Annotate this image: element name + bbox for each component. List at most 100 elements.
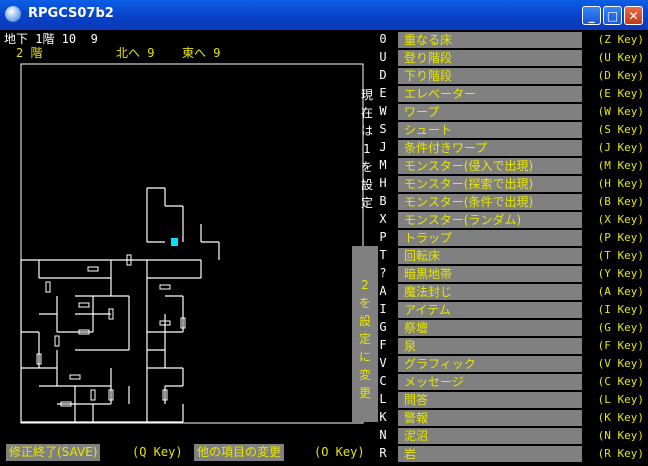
command-row[interactable]: 泉 (F Key): [398, 338, 644, 354]
command-label[interactable]: 回転床: [398, 248, 582, 264]
command-key-letter: H: [379, 176, 387, 190]
current-setting-char: は: [360, 124, 373, 138]
command-label[interactable]: 祭壇: [398, 320, 582, 336]
command-row[interactable]: グラフィック (V Key): [398, 356, 644, 372]
change-other-item-button[interactable]: 他の項目の変更: [194, 444, 285, 461]
command-row[interactable]: モンスター(探索で出現) (H Key): [398, 176, 644, 192]
command-label[interactable]: 条件付きワープ: [398, 140, 582, 156]
command-row[interactable]: 登り階段 (U Key): [398, 50, 644, 66]
dungeon-map[interactable]: [4, 30, 376, 444]
command-key-letter: E: [379, 86, 387, 100]
command-key-letter: S: [379, 122, 387, 136]
command-row[interactable]: アイテム (I Key): [398, 302, 644, 318]
command-label[interactable]: ワープ: [398, 104, 582, 120]
command-shortcut: (L Key): [597, 393, 644, 406]
change-setting-char: 2: [361, 278, 369, 292]
command-label[interactable]: モンスター(侵入で出現): [398, 158, 582, 174]
command-label[interactable]: モンスター(ランダム): [398, 212, 582, 228]
change-setting-char: に: [358, 350, 371, 364]
command-row[interactable]: シュート (S Key): [398, 122, 644, 138]
current-setting-char: を: [360, 160, 373, 174]
command-label[interactable]: モンスター(探索で出現): [398, 176, 582, 192]
command-key-letter: G: [379, 320, 387, 334]
command-shortcut: (Y Key): [597, 267, 644, 280]
command-label[interactable]: 魔法封じ: [398, 284, 582, 300]
command-shortcut: (P Key): [597, 231, 644, 244]
map-door: [87, 266, 99, 272]
command-key-letter: C: [379, 374, 387, 388]
command-key-letter: N: [379, 428, 387, 442]
close-button[interactable]: ✕: [624, 6, 643, 25]
command-key-letter: V: [379, 356, 387, 370]
command-key-letter: R: [379, 446, 387, 460]
command-row[interactable]: 警報 (K Key): [398, 410, 644, 426]
command-row[interactable]: 岩 (R Key): [398, 446, 644, 462]
command-label[interactable]: アイテム: [398, 302, 582, 318]
command-row[interactable]: 暗黒地帯 (Y Key): [398, 266, 644, 282]
command-label[interactable]: メッセージ: [398, 374, 582, 390]
command-row[interactable]: 回転床 (T Key): [398, 248, 644, 264]
change-setting-button[interactable]: 2 を設定に変更: [352, 246, 378, 422]
command-label[interactable]: トラップ: [398, 230, 582, 246]
command-label[interactable]: 下り階段: [398, 68, 582, 84]
command-label[interactable]: 暗黒地帯: [398, 266, 582, 282]
command-row[interactable]: ワープ (W Key): [398, 104, 644, 120]
command-row[interactable]: トラップ (P Key): [398, 230, 644, 246]
map-door: [159, 284, 171, 290]
command-key-letter: A: [379, 284, 387, 298]
map-door: [45, 281, 51, 293]
command-label[interactable]: 重なる床: [398, 32, 582, 48]
command-row[interactable]: 下り階段 (D Key): [398, 68, 644, 84]
command-shortcut: (N Key): [597, 429, 644, 442]
command-label[interactable]: 泥沼: [398, 428, 582, 444]
current-setting-char: 現: [360, 88, 373, 102]
command-label[interactable]: 泉: [398, 338, 582, 354]
command-label[interactable]: グラフィック: [398, 356, 582, 372]
change-setting-char: 更: [358, 386, 371, 400]
change-setting-char: 設: [358, 314, 371, 328]
command-label[interactable]: 岩: [398, 446, 582, 462]
command-key-letter: J: [379, 140, 387, 154]
command-shortcut: (Z Key): [597, 33, 644, 46]
command-key-letter: 0: [379, 32, 387, 46]
command-row[interactable]: 祭壇 (G Key): [398, 320, 644, 336]
command-row[interactable]: 問答 (L Key): [398, 392, 644, 408]
command-key-letter: F: [379, 338, 387, 352]
command-label[interactable]: エレベーター: [398, 86, 582, 102]
player-marker: [171, 238, 178, 246]
minimize-button[interactable]: _: [582, 6, 601, 25]
command-shortcut: (I Key): [597, 303, 644, 316]
command-row[interactable]: モンスター(侵入で出現) (M Key): [398, 158, 644, 174]
map-door: [54, 335, 60, 347]
command-key-letter: X: [379, 212, 387, 226]
command-row[interactable]: エレベーター (E Key): [398, 86, 644, 102]
command-shortcut: (F Key): [597, 339, 644, 352]
command-shortcut: (G Key): [597, 321, 644, 334]
command-row[interactable]: メッセージ (C Key): [398, 374, 644, 390]
title-bar[interactable]: RPGCS07b2 _ □ ✕: [0, 0, 648, 30]
command-row[interactable]: 魔法封じ (A Key): [398, 284, 644, 300]
command-key-letter: T: [379, 248, 387, 262]
command-row[interactable]: 重なる床 (Z Key): [398, 32, 644, 48]
command-key-letter: P: [379, 230, 387, 244]
command-label[interactable]: 警報: [398, 410, 582, 426]
command-key-letter: ?: [379, 266, 387, 280]
command-row[interactable]: モンスター(条件で出現) (B Key): [398, 194, 644, 210]
command-row[interactable]: 泥沼 (N Key): [398, 428, 644, 444]
maximize-button[interactable]: □: [603, 6, 622, 25]
command-key-letter: I: [379, 302, 387, 316]
command-row[interactable]: 条件付きワープ (J Key): [398, 140, 644, 156]
finish-save-key: (Q Key): [132, 445, 183, 459]
current-setting-char: 在: [360, 106, 373, 120]
command-shortcut: (E Key): [597, 87, 644, 100]
command-label[interactable]: 登り階段: [398, 50, 582, 66]
current-setting-char: 1: [363, 142, 371, 156]
command-label[interactable]: 問答: [398, 392, 582, 408]
command-row[interactable]: モンスター(ランダム) (X Key): [398, 212, 644, 228]
command-key-letter: W: [379, 104, 387, 118]
finish-save-button[interactable]: 修正終了(SAVE): [6, 444, 101, 461]
command-key-letter: K: [379, 410, 387, 424]
command-shortcut: (W Key): [597, 105, 644, 118]
command-label[interactable]: シュート: [398, 122, 582, 138]
command-label[interactable]: モンスター(条件で出現): [398, 194, 582, 210]
